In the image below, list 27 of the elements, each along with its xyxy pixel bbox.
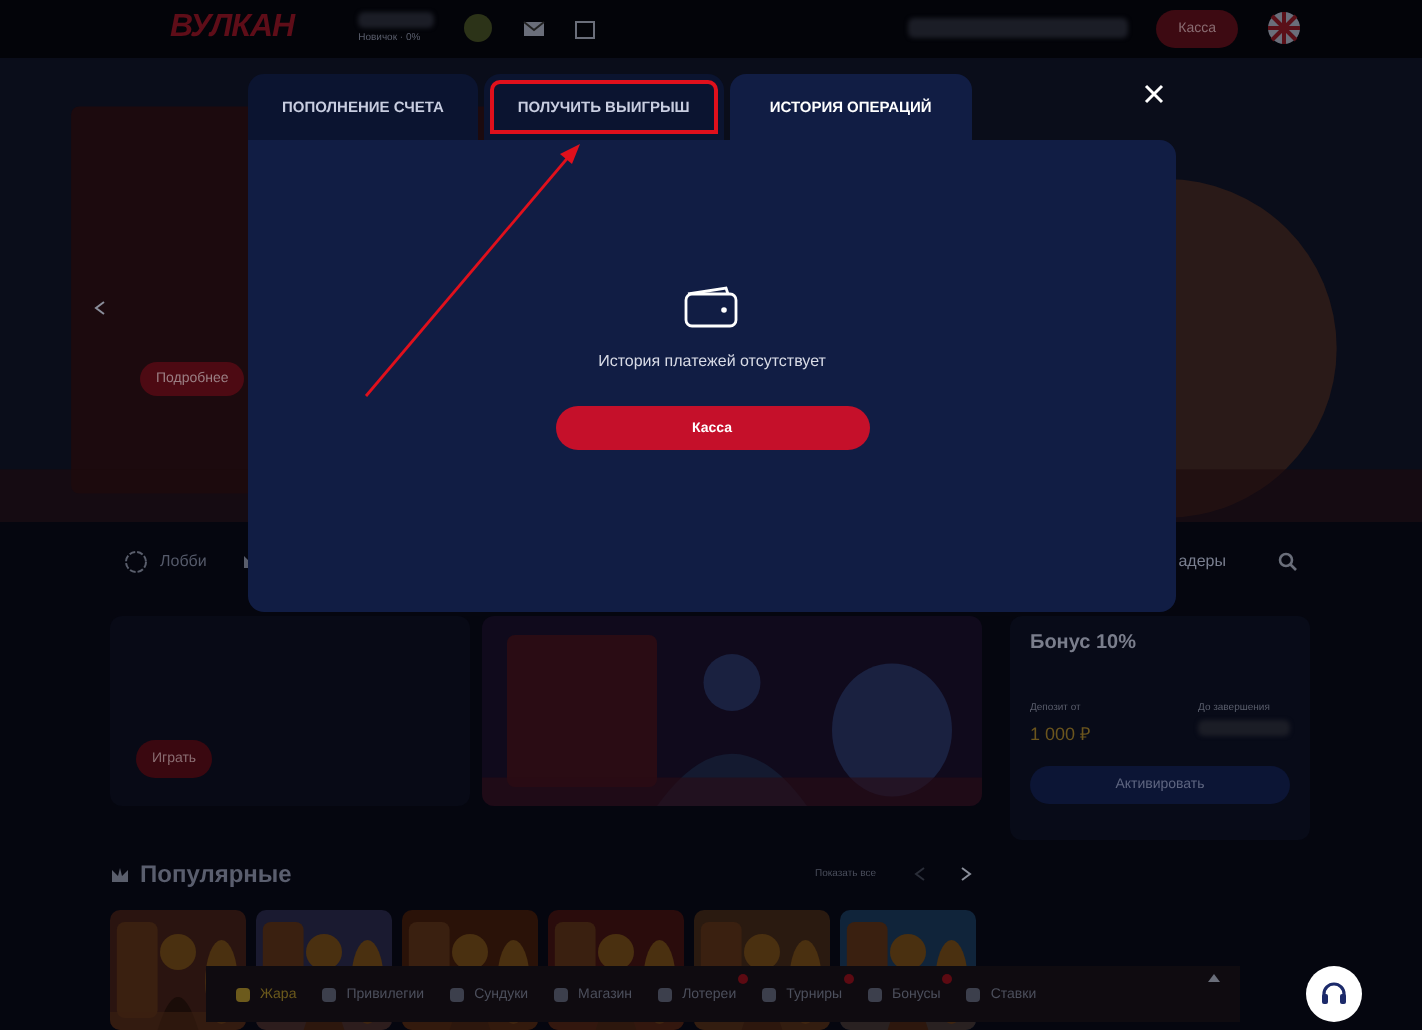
chevron-right-icon[interactable] [960,866,972,883]
menu-item-icon [964,985,983,1003]
chevron-up-icon[interactable] [1208,974,1220,982]
wallet-icon [682,284,742,328]
menu-item-icon [320,985,339,1003]
menu-item-icon [866,985,885,1003]
chevron-left-icon[interactable] [94,299,106,316]
nav-item[interactable]: Лобби [160,552,207,571]
logo[interactable]: ВУЛКАН [170,10,295,47]
section-title: Популярные [140,860,292,889]
search-icon[interactable] [1278,551,1298,572]
wheel-icon[interactable] [1266,10,1302,47]
bonus-title: Бонус 10% [1030,631,1139,654]
support-button[interactable] [1306,966,1362,1022]
menu-item-icon [656,985,675,1003]
headset-icon [1320,982,1348,1006]
crown-icon [110,865,130,884]
mail-icon[interactable] [522,18,547,39]
menu-item-icon [448,985,467,1003]
close-icon[interactable] [1142,82,1166,106]
nav-item[interactable]: адеры [1178,552,1226,571]
blurred-balance [358,12,435,29]
empty-message: История платежей отсутствует [598,352,826,370]
deposit-amount: 1 000 ₽ [1030,721,1091,746]
menu-item-icon [234,985,252,1003]
menu-item-icon [552,985,571,1003]
menu-item-icon [760,985,779,1003]
